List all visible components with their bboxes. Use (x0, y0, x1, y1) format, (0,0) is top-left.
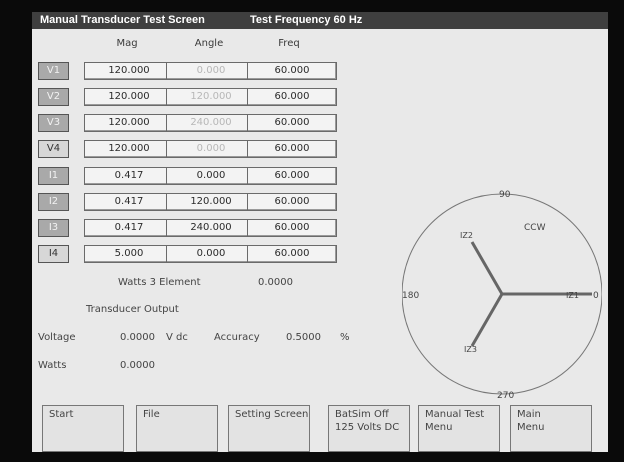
setting-screen-softkey[interactable]: Setting Screen (228, 405, 310, 452)
mag-field-v1[interactable]: 120.000 (84, 62, 174, 80)
mag-field-v2[interactable]: 120.000 (84, 88, 174, 106)
phasor-iz1-label: IZ1 (566, 291, 579, 300)
mag-field-i3[interactable]: 0.417 (84, 219, 174, 237)
test-screen: Manual Transducer Test Screen Test Frequ… (32, 12, 608, 452)
channel-button-i2[interactable]: I2 (38, 193, 69, 211)
phasor-direction-label: CCW (524, 223, 546, 233)
watts-label: Watts (38, 360, 67, 371)
phasor-iz3-line (470, 293, 504, 347)
column-freq-header: Freq (278, 38, 300, 49)
freq-field-v2[interactable]: 60.000 (247, 88, 337, 106)
start-softkey-label: Start (49, 409, 74, 420)
main-menu-softkey[interactable]: Main Menu (510, 405, 592, 452)
phasor-label-180: 180 (402, 291, 419, 301)
phasor-iz2-line (470, 241, 504, 295)
freq-field-i4[interactable]: 60.000 (247, 245, 337, 263)
column-mag-header: Mag (116, 38, 138, 49)
watts-value: 0.0000 (120, 360, 155, 371)
phasor-iz2-label: IZ2 (460, 231, 473, 240)
angle-field-v3[interactable]: 240.000 (166, 114, 256, 132)
test-frequency-title: Test Frequency 60 Hz (250, 14, 363, 26)
watts-element-value: 0.0000 (258, 277, 293, 288)
batsim-softkey-label-line2: 125 Volts DC (335, 422, 400, 433)
angle-field-v1[interactable]: 0.000 (166, 62, 256, 80)
file-softkey[interactable]: File (136, 405, 218, 452)
angle-field-i1[interactable]: 0.000 (166, 167, 256, 185)
transducer-output-heading: Transducer Output (86, 304, 179, 315)
angle-field-i2[interactable]: 120.000 (166, 193, 256, 211)
channel-button-i1[interactable]: I1 (38, 167, 69, 185)
manual-test-menu-softkey-label-line2: Menu (425, 422, 453, 433)
freq-field-v4[interactable]: 60.000 (247, 140, 337, 158)
file-softkey-label: File (143, 409, 160, 420)
mag-field-v4[interactable]: 120.000 (84, 140, 174, 158)
mag-field-i1[interactable]: 0.417 (84, 167, 174, 185)
manual-test-menu-softkey[interactable]: Manual Test Menu (418, 405, 500, 452)
channel-button-i3[interactable]: I3 (38, 219, 69, 237)
watts-element-label: Watts 3 Element (118, 277, 201, 288)
phasor-label-0: 0 (593, 291, 599, 301)
phasor-diagram: 90 180 0 270 CCW IZ1 IZ2 IZ3 (402, 190, 602, 401)
mag-field-i4[interactable]: 5.000 (84, 245, 174, 263)
angle-field-i4[interactable]: 0.000 (166, 245, 256, 263)
main-menu-softkey-label: Main (517, 409, 541, 420)
voltage-value: 0.0000 (120, 332, 155, 343)
angle-field-i3[interactable]: 240.000 (166, 219, 256, 237)
manual-test-menu-softkey-label: Manual Test (425, 409, 485, 420)
freq-field-v1[interactable]: 60.000 (247, 62, 337, 80)
freq-field-i2[interactable]: 60.000 (247, 193, 337, 211)
accuracy-unit: % (340, 332, 350, 343)
phasor-label-270: 270 (497, 391, 514, 401)
start-softkey[interactable]: Start (42, 405, 124, 452)
angle-field-v4[interactable]: 0.000 (166, 140, 256, 158)
freq-field-i1[interactable]: 60.000 (247, 167, 337, 185)
mag-field-v3[interactable]: 120.000 (84, 114, 174, 132)
main-menu-softkey-label-line2: Menu (517, 422, 545, 433)
channel-button-v2[interactable]: V2 (38, 88, 69, 106)
channel-button-i4[interactable]: I4 (38, 245, 69, 263)
column-angle-header: Angle (194, 38, 224, 49)
voltage-unit: V dc (166, 332, 188, 343)
freq-field-i3[interactable]: 60.000 (247, 219, 337, 237)
batsim-softkey-label: BatSim Off (335, 409, 389, 420)
accuracy-value: 0.5000 (286, 332, 321, 343)
channel-button-v3[interactable]: V3 (38, 114, 69, 132)
freq-field-v3[interactable]: 60.000 (247, 114, 337, 132)
screen-title: Manual Transducer Test Screen (40, 14, 205, 26)
title-bar: Manual Transducer Test Screen Test Frequ… (32, 12, 608, 29)
phasor-iz3-label: IZ3 (464, 345, 477, 354)
monitor-bezel: Manual Transducer Test Screen Test Frequ… (0, 0, 624, 462)
batsim-softkey[interactable]: BatSim Off 125 Volts DC (328, 405, 410, 452)
channel-button-v4[interactable]: V4 (38, 140, 69, 158)
channel-button-v1[interactable]: V1 (38, 62, 69, 80)
phasor-label-90: 90 (499, 190, 511, 200)
voltage-label: Voltage (38, 332, 76, 343)
accuracy-label: Accuracy (214, 332, 260, 343)
angle-field-v2[interactable]: 120.000 (166, 88, 256, 106)
setting-screen-softkey-label: Setting Screen (235, 409, 309, 420)
mag-field-i2[interactable]: 0.417 (84, 193, 174, 211)
